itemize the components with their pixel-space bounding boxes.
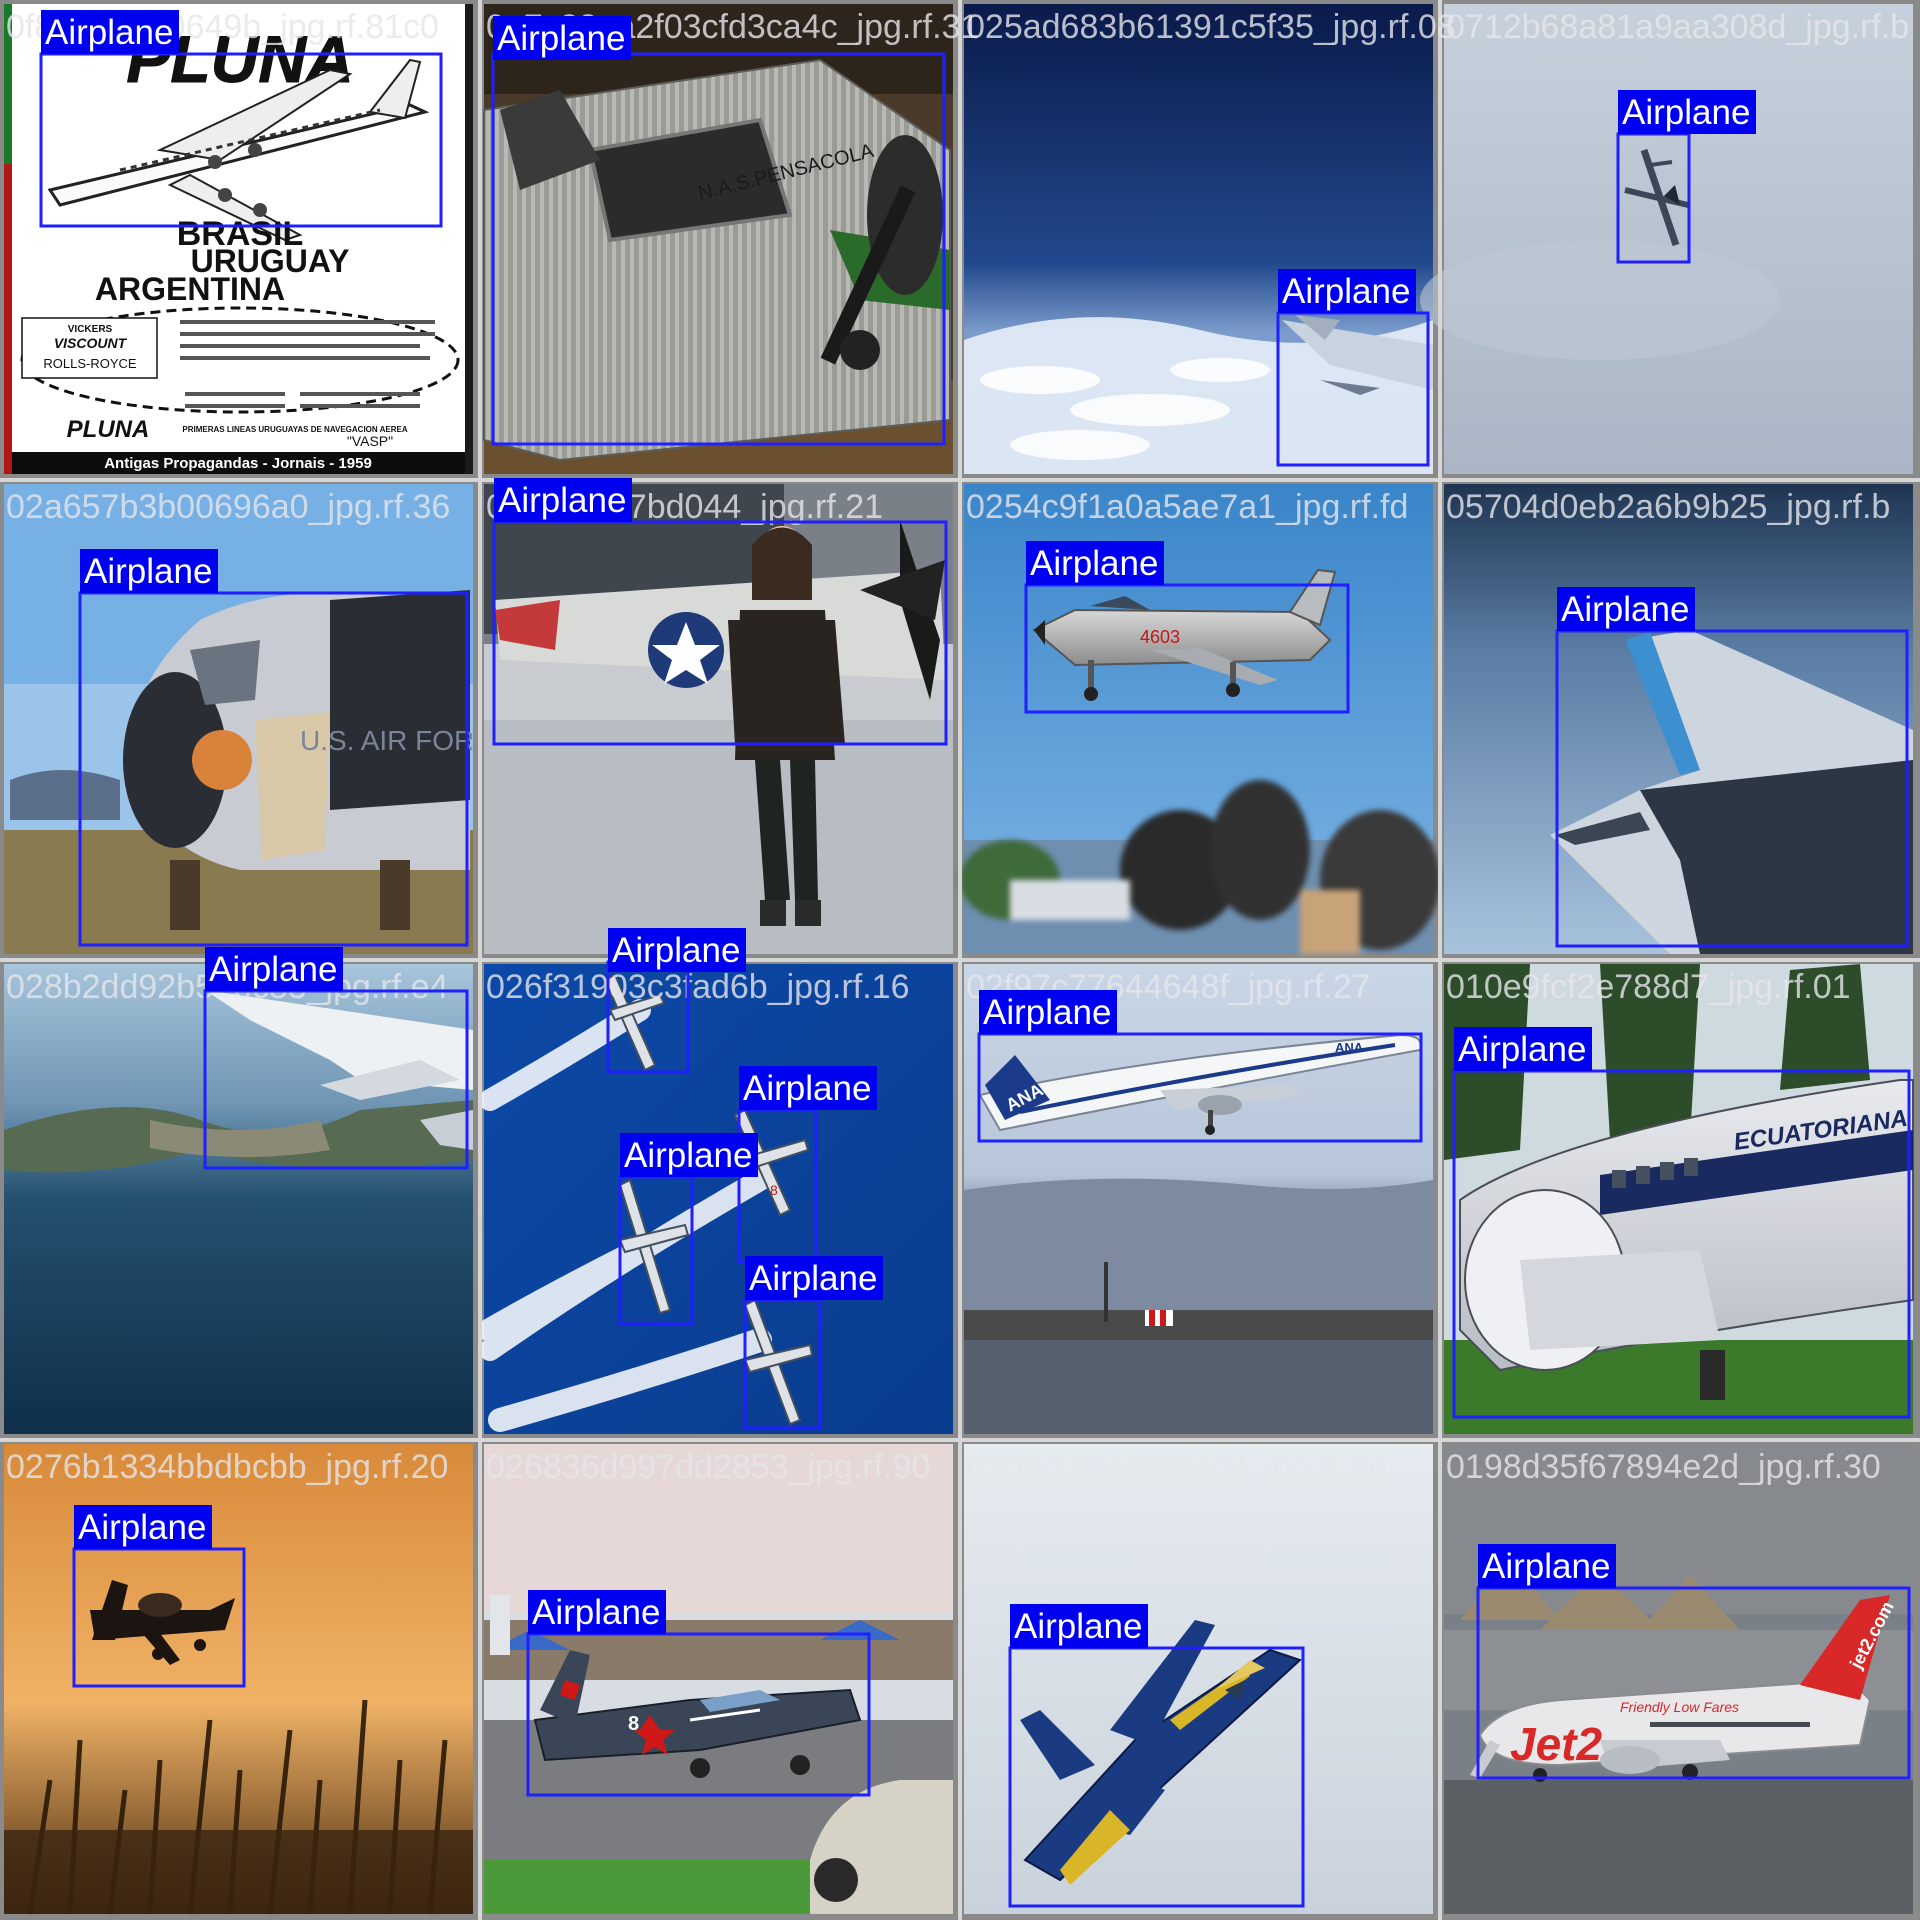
tile-filename-3: 025ad683b61391c5f35_jpg.rf.08 <box>966 8 1456 46</box>
label-text: Airplane <box>983 993 1111 1032</box>
poster-model-3: ROLLS-ROYCE <box>43 356 137 371</box>
tile-filename-13: 0276b1334bbdbcbb_jpg.rf.20 <box>6 1448 448 1486</box>
tile-filename-15: 0306c0e596884c8_jpg.rf.ae <box>966 1448 1388 1486</box>
tile-wing-coast <box>4 964 473 1434</box>
poster-partner: "VASP" <box>347 433 393 449</box>
tile-jet2: jet2.com Jet2 Friendly Low Fares <box>1444 1444 1913 1914</box>
tile-wing-clouds <box>964 4 1433 474</box>
label-text: Airplane <box>532 1593 660 1632</box>
tile-overcast-plane <box>1420 4 1913 474</box>
label-tile6: Airplane <box>494 478 632 522</box>
detection-mosaic: PLUNA BRASIL URUGUAY ARGENTINA VICKERS V… <box>0 0 1920 1920</box>
label-tile5: Airplane <box>80 549 218 593</box>
label-tile12: Airplane <box>1454 1027 1592 1071</box>
poster-model-1: VICKERS <box>68 324 113 335</box>
tile-hornet <box>964 1444 1433 1914</box>
label-tile14: Airplane <box>528 1590 666 1634</box>
tile-poster: PLUNA BRASIL URUGUAY ARGENTINA VICKERS V… <box>4 4 473 474</box>
label-text: Airplane <box>1014 1607 1142 1646</box>
jet2-fuselage-logo: Jet2 <box>1510 1718 1602 1770</box>
kc135-marking: U.S. AIR FOR <box>300 725 474 756</box>
label-tile4: Airplane <box>1618 90 1756 134</box>
label-text: Airplane <box>1030 544 1158 583</box>
tile-filename-4: 0712b68a81a9aa308d_jpg.rf.b <box>1446 8 1909 46</box>
label-tile3: Airplane <box>1278 269 1416 313</box>
tile-wing-blue <box>1444 484 1913 954</box>
tile-filename-12: 010e9fcf2e788d7_jpg.rf.01 <box>1446 968 1851 1006</box>
label-tile13: Airplane <box>74 1505 212 1549</box>
tile-filename-16: 0198d35f67894e2d_jpg.rf.30 <box>1446 1448 1881 1486</box>
label-text: Airplane <box>78 1508 206 1547</box>
label-text: Airplane <box>743 1069 871 1108</box>
mig21-number: 4603 <box>1140 627 1180 647</box>
label-tile10d: Airplane <box>745 1256 883 1300</box>
tile-formation: 8 <box>478 964 953 1434</box>
label-tile9: Airplane <box>205 947 343 991</box>
tile-trimotor: N.A.S.PENSACOLA <box>483 4 953 474</box>
label-text: Airplane <box>1482 1547 1610 1586</box>
label-tile7: Airplane <box>1026 541 1164 585</box>
jet2-slogan: Friendly Low Fares <box>1620 1699 1739 1715</box>
label-text: Airplane <box>498 481 626 520</box>
formation-marking: 8 <box>770 1182 778 1198</box>
poster-model-2: VISCOUNT <box>54 335 128 351</box>
label-text: Airplane <box>1561 590 1689 629</box>
label-tile11: Airplane <box>979 990 1117 1034</box>
label-tile2: Airplane <box>493 16 631 60</box>
label-text: Airplane <box>749 1259 877 1298</box>
label-text: Airplane <box>1282 272 1410 311</box>
label-tile10a: Airplane <box>608 928 746 972</box>
tile-filename-10: 026f31903c3fad6b_jpg.rf.16 <box>486 968 909 1006</box>
label-tile10b: Airplane <box>739 1066 877 1110</box>
label-tile1: Airplane <box>41 10 179 54</box>
label-text: Airplane <box>209 950 337 989</box>
tile-kc135: U.S. AIR FOR <box>4 484 474 954</box>
label-tile8: Airplane <box>1557 587 1695 631</box>
label-text: Airplane <box>1458 1030 1586 1069</box>
poster-caption: Antigas Propagandas - Jornais - 1959 <box>104 455 372 472</box>
tile-pilot-avatar <box>484 484 953 954</box>
yak52-number: 8 <box>628 1713 639 1735</box>
label-text: Airplane <box>497 19 625 58</box>
label-text: Airplane <box>612 931 740 970</box>
label-tile15: Airplane <box>1010 1604 1148 1648</box>
tile-filename-5: 02a657b3b00696a0_jpg.rf.36 <box>6 488 450 526</box>
poster-country-3: ARGENTINA <box>95 271 285 307</box>
label-text: Airplane <box>624 1136 752 1175</box>
tile-filename-14: 026836d997dd2853_jpg.rf.90 <box>486 1448 930 1486</box>
label-tile10c: Airplane <box>620 1133 758 1177</box>
label-text: Airplane <box>84 552 212 591</box>
label-text: Airplane <box>1622 93 1750 132</box>
tile-yak52: 8 <box>484 1444 953 1914</box>
tile-filename-7: 0254c9f1a0a5ae7a1_jpg.rf.fd <box>966 488 1408 526</box>
label-text: Airplane <box>45 13 173 52</box>
tile-filename-8: 05704d0eb2a6b9b25_jpg.rf.b <box>1446 488 1890 526</box>
poster-footer-brand: PLUNA <box>67 416 150 443</box>
label-tile16: Airplane <box>1478 1544 1616 1588</box>
